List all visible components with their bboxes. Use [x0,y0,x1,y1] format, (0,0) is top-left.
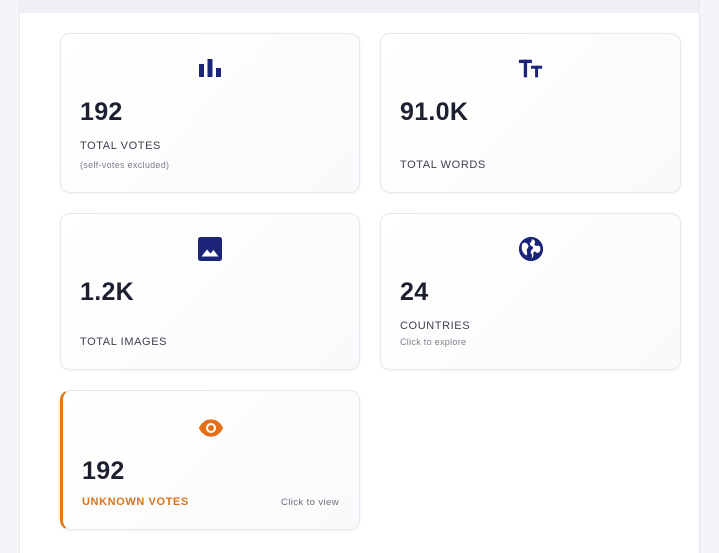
total-votes-label: TOTAL VOTES [80,140,161,152]
total-words-label: TOTAL WORDS [400,159,486,171]
countries-label: COUNTRIES [400,320,471,332]
unknown-votes-view-link[interactable]: Click to view [281,497,339,508]
unknown-votes-label: UNKNOWN VOTES [82,496,189,508]
total-words-value: 91.0K [400,98,469,126]
total-votes-value: 192 [80,98,123,126]
total-words-card: 91.0K TOTAL WORDS [380,33,681,193]
image-icon [197,236,223,262]
unknown-votes-card[interactable]: 192 UNKNOWN VOTES Click to view [60,390,360,530]
countries-explore-hint: Click to explore [400,337,467,347]
total-votes-card: 192 TOTAL VOTES (self-votes excluded) [60,33,360,193]
stats-panel: 192 TOTAL VOTES (self-votes excluded) 91… [19,0,700,553]
unknown-votes-value: 192 [82,457,125,485]
total-images-value: 1.2K [80,278,135,306]
text-size-icon [518,56,544,82]
total-images-card: 1.2K TOTAL IMAGES [60,213,360,370]
bar-chart-icon [197,56,223,82]
total-images-label: TOTAL IMAGES [80,336,168,348]
countries-card[interactable]: 24 COUNTRIES Click to explore [380,213,681,370]
panel-top-bar [20,0,699,13]
globe-icon [518,236,544,262]
countries-value: 24 [400,278,429,306]
total-votes-note: (self-votes excluded) [80,160,170,170]
eye-icon [198,415,224,441]
